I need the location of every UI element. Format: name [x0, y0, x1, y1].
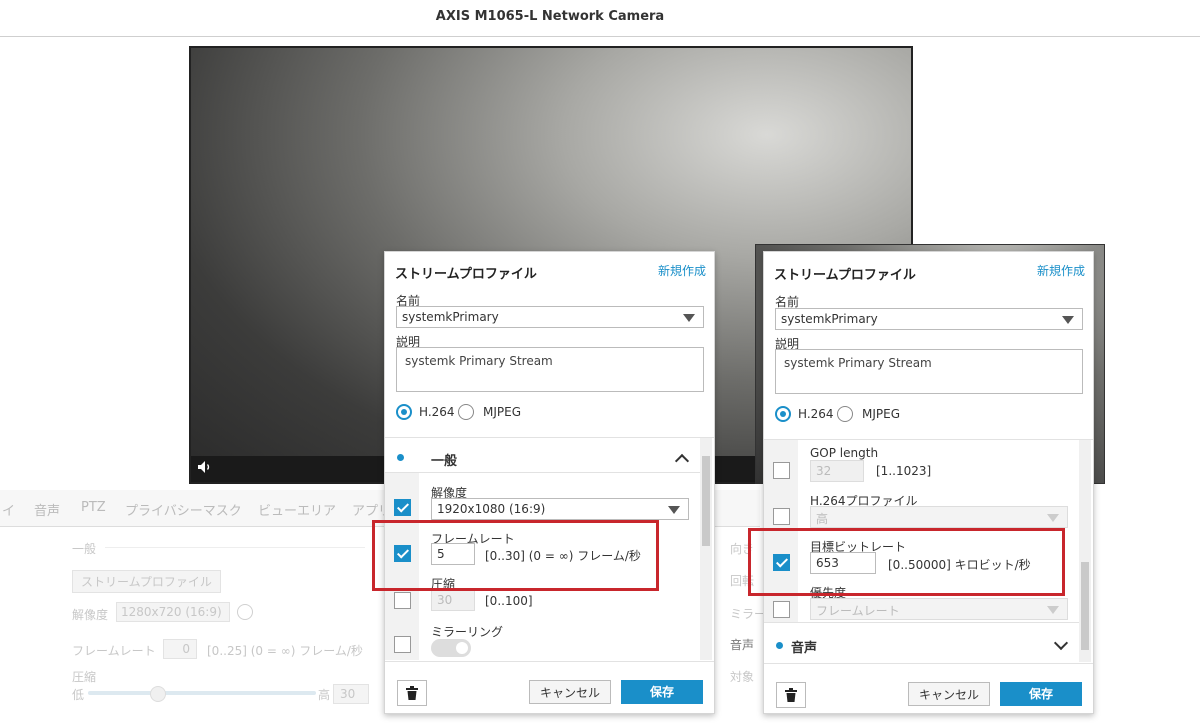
bg-stream-profile-button[interactable]: ストリームプロファイル: [72, 570, 221, 593]
bg-compression-input[interactable]: 30: [333, 684, 369, 704]
divider: [385, 661, 714, 662]
compression-checkbox[interactable]: [394, 592, 411, 609]
section-bullet: [776, 642, 783, 649]
divider: [385, 472, 700, 473]
app-header: AXIS M1065-L Network Camera: [0, 0, 1200, 37]
bg-framerate-label: フレームレート: [72, 644, 156, 658]
new-profile-link[interactable]: 新規作成: [1037, 262, 1085, 279]
scrollbar-thumb[interactable]: [702, 456, 710, 546]
bg-framerate-hint: [0..25] (0 = ∞) フレーム/秒: [207, 644, 363, 658]
delete-button[interactable]: [397, 680, 427, 706]
trash-icon: [785, 688, 797, 702]
description-textarea[interactable]: systemk Primary Stream: [396, 347, 704, 392]
chevron-down-icon: [668, 506, 680, 514]
compression-input[interactable]: 30: [431, 589, 475, 611]
name-select-value: systemkPrimary: [781, 312, 878, 326]
section-audio-title: 音声: [791, 641, 818, 656]
priority-select-value: フレームレート: [816, 604, 900, 618]
bg-low-label: 低: [72, 688, 85, 702]
cancel-button[interactable]: キャンセル: [529, 680, 611, 704]
divider: [764, 663, 1093, 664]
h264-profile-select-value: 高: [816, 512, 829, 526]
save-button[interactable]: 保存: [621, 680, 703, 704]
scrollbar[interactable]: [700, 438, 712, 660]
codec-h264-label: H.264: [419, 405, 455, 419]
bg-slider-handle[interactable]: [150, 686, 166, 702]
gop-length-label: GOP length: [810, 446, 879, 460]
info-icon[interactable]: [237, 604, 253, 620]
bg-resolution-select[interactable]: 1280x720 (16:9): [116, 602, 230, 622]
gop-length-hint: [1..1023]: [876, 464, 932, 478]
tab-view-area[interactable]: ビューエリア: [258, 500, 336, 519]
priority-select[interactable]: フレームレート: [810, 598, 1068, 620]
description-textarea[interactable]: systemk Primary Stream: [775, 349, 1083, 394]
tab-audio[interactable]: 音声: [34, 500, 60, 519]
compression-hint: [0..100]: [485, 594, 533, 608]
divider: [764, 622, 1079, 623]
codec-mjpeg-label: MJPEG: [862, 407, 901, 421]
priority-checkbox[interactable]: [773, 601, 790, 618]
scrollbar[interactable]: [1079, 440, 1091, 662]
tab-image[interactable]: イ: [2, 500, 15, 519]
bg-framerate-input[interactable]: 0: [163, 639, 197, 659]
stream-profile-panel-left: ストリームプロファイル 新規作成 名前 systemkPrimary 説明 sy…: [384, 251, 715, 714]
bg-compression-slider[interactable]: [88, 691, 316, 695]
cancel-button[interactable]: キャンセル: [908, 682, 990, 706]
h264-profile-checkbox[interactable]: [773, 508, 790, 525]
bg-divider: [105, 547, 365, 548]
stream-profile-panel-right: ストリームプロファイル 新規作成 名前 systemkPrimary 説明 sy…: [763, 251, 1094, 714]
resolution-select[interactable]: 1920x1080 (16:9): [431, 498, 689, 520]
page-title: AXIS M1065-L Network Camera: [435, 9, 665, 24]
mirroring-label: ミラーリング: [431, 625, 504, 639]
bg-right-label-audio: 音声: [730, 638, 755, 652]
chevron-down-icon: [1047, 606, 1059, 614]
bg-right-label-target: 対象: [730, 670, 755, 684]
resolution-select-value: 1920x1080 (16:9): [437, 502, 546, 516]
name-select[interactable]: systemkPrimary: [396, 306, 704, 328]
section-general-title: 一般: [431, 454, 458, 469]
mirroring-toggle[interactable]: [431, 639, 471, 657]
chevron-down-icon: [1062, 316, 1074, 324]
panel-title: ストリームプロファイル: [395, 267, 537, 282]
gop-length-input[interactable]: 32: [810, 460, 864, 482]
chevron-up-icon[interactable]: [674, 453, 690, 469]
speaker-icon[interactable]: [197, 460, 219, 478]
bg-resolution-label: 解像度: [72, 608, 109, 622]
delete-button[interactable]: [776, 682, 806, 708]
bg-compression-label: 圧縮: [72, 670, 97, 684]
highlight-target-bitrate: [748, 528, 1065, 596]
new-profile-link[interactable]: 新規作成: [658, 262, 706, 279]
tab-privacy-mask[interactable]: プライバシーマスク: [125, 500, 242, 519]
name-select[interactable]: systemkPrimary: [775, 308, 1083, 330]
chevron-down-icon: [1047, 514, 1059, 522]
codec-mjpeg-radio[interactable]: [837, 406, 853, 422]
bg-high-label: 高: [318, 688, 331, 702]
bg-right-label-mirror: ミラー: [730, 607, 767, 621]
tab-ptz[interactable]: PTZ: [81, 500, 106, 515]
scrollbar-thumb[interactable]: [1081, 562, 1089, 650]
highlight-framerate: [372, 520, 659, 591]
save-button[interactable]: 保存: [1000, 682, 1082, 706]
codec-h264-radio[interactable]: [396, 404, 412, 420]
mirroring-checkbox[interactable]: [394, 636, 411, 653]
codec-mjpeg-label: MJPEG: [483, 405, 522, 419]
section-bullet: [397, 454, 404, 461]
h264-profile-select[interactable]: 高: [810, 506, 1068, 528]
chevron-down-icon[interactable]: [1053, 635, 1069, 651]
codec-h264-radio[interactable]: [775, 406, 791, 422]
resolution-checkbox[interactable]: [394, 499, 411, 516]
chevron-down-icon: [683, 314, 695, 322]
codec-mjpeg-radio[interactable]: [458, 404, 474, 420]
name-select-value: systemkPrimary: [402, 310, 499, 324]
trash-icon: [406, 686, 418, 700]
gop-length-checkbox[interactable]: [773, 462, 790, 479]
bg-section-general: 一般: [72, 542, 97, 556]
codec-h264-label: H.264: [798, 407, 834, 421]
panel-title: ストリームプロファイル: [774, 268, 916, 283]
